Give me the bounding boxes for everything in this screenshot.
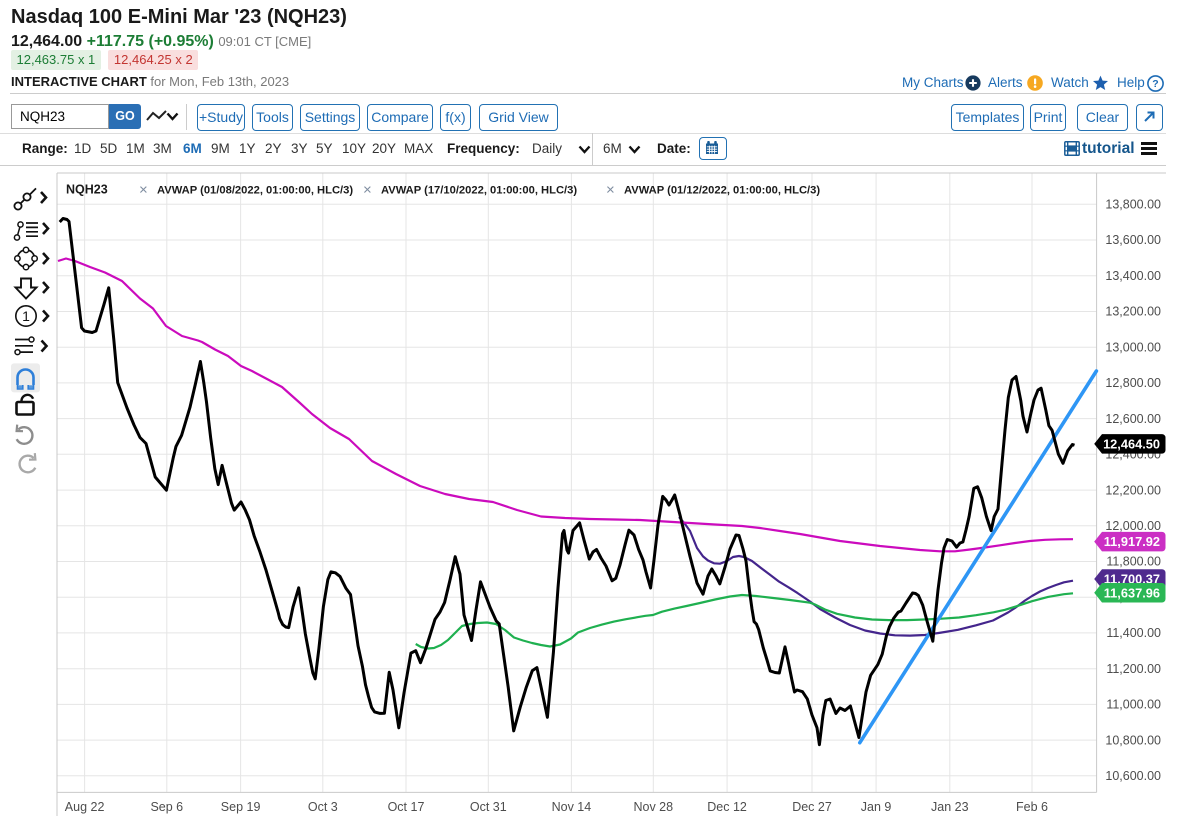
svg-text:12,000.00: 12,000.00	[1105, 519, 1161, 533]
svg-text:11,637.96: 11,637.96	[1104, 585, 1160, 600]
svg-text:Dec 27: Dec 27	[792, 800, 832, 814]
svg-text:Oct 17: Oct 17	[388, 800, 425, 814]
svg-text:Oct 3: Oct 3	[308, 800, 338, 814]
svg-text:AVWAP (01/12/2022, 01:00:00, H: AVWAP (01/12/2022, 01:00:00, HLC/3)	[624, 185, 820, 197]
svg-text:12,600.00: 12,600.00	[1105, 412, 1161, 426]
svg-text:AVWAP (01/08/2022, 01:00:00, H: AVWAP (01/08/2022, 01:00:00, HLC/3)	[157, 185, 353, 197]
svg-text:×: ×	[139, 182, 148, 199]
svg-text:12,800.00: 12,800.00	[1105, 376, 1161, 390]
svg-text:10,600.00: 10,600.00	[1105, 769, 1161, 783]
svg-text:13,600.00: 13,600.00	[1105, 233, 1161, 247]
svg-text:11,800.00: 11,800.00	[1106, 555, 1161, 569]
svg-text:11,917.92: 11,917.92	[1104, 534, 1160, 549]
svg-text:AVWAP (17/10/2022, 01:00:00, H: AVWAP (17/10/2022, 01:00:00, HLC/3)	[381, 185, 577, 197]
svg-text:11,200.00: 11,200.00	[1106, 662, 1161, 676]
svg-text:Sep 19: Sep 19	[221, 800, 261, 814]
svg-text:13,000.00: 13,000.00	[1105, 340, 1161, 354]
svg-text:12,464.50: 12,464.50	[1103, 437, 1160, 452]
svg-text:Jan 23: Jan 23	[931, 800, 969, 814]
svg-text:Dec 12: Dec 12	[707, 800, 747, 814]
svg-text:11,400.00: 11,400.00	[1106, 626, 1161, 640]
svg-text:12,200.00: 12,200.00	[1105, 483, 1161, 497]
svg-text:10,800.00: 10,800.00	[1105, 733, 1161, 747]
svg-text:13,200.00: 13,200.00	[1105, 305, 1161, 319]
svg-text:13,800.00: 13,800.00	[1105, 198, 1161, 212]
svg-text:×: ×	[363, 182, 372, 199]
svg-text:Jan 9: Jan 9	[861, 800, 892, 814]
svg-text:×: ×	[606, 182, 615, 199]
svg-text:Aug 22: Aug 22	[65, 800, 105, 814]
svg-text:11,000.00: 11,000.00	[1106, 698, 1161, 712]
svg-text:Nov 14: Nov 14	[552, 800, 592, 814]
svg-text:Nov 28: Nov 28	[633, 800, 673, 814]
svg-text:Feb 6: Feb 6	[1016, 800, 1048, 814]
svg-text:NQH23: NQH23	[66, 183, 108, 197]
svg-text:Oct 31: Oct 31	[470, 800, 507, 814]
svg-text:Sep 6: Sep 6	[150, 800, 183, 814]
svg-text:13,400.00: 13,400.00	[1105, 269, 1161, 283]
svg-text:?: ?	[1152, 78, 1158, 90]
